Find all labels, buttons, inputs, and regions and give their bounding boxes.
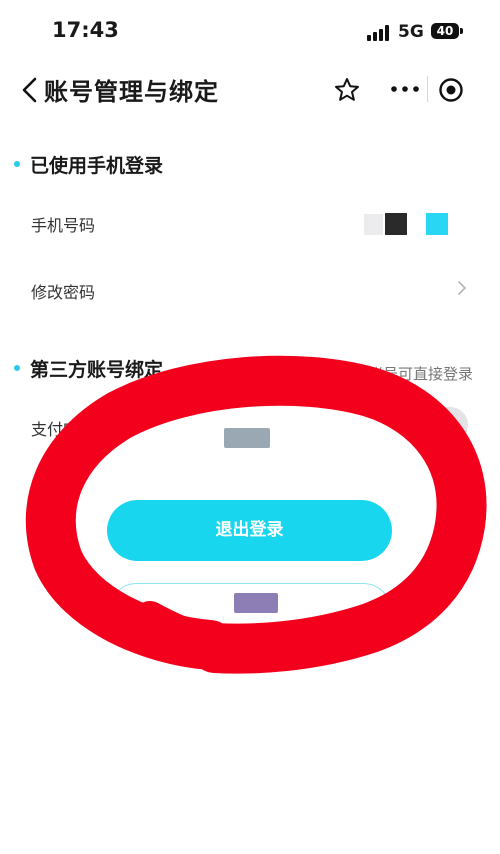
- target-icon[interactable]: [438, 77, 464, 103]
- alipay-toggle[interactable]: [402, 407, 468, 443]
- masked-phone-block: [364, 214, 383, 235]
- chevron-right-icon[interactable]: [455, 278, 469, 298]
- signal-icon: [367, 25, 391, 41]
- back-icon[interactable]: [18, 76, 44, 104]
- third-party-hint: 绑定第三方账号可直接登录: [293, 365, 474, 383]
- blurred-mark: [234, 593, 278, 613]
- phone-number-label: 手机号码: [31, 216, 96, 235]
- masked-phone-block: [385, 213, 407, 235]
- nav-divider: [427, 76, 428, 102]
- section-title-third-party: 第三方账号绑定: [30, 359, 164, 381]
- more-icon[interactable]: [388, 78, 422, 100]
- battery-tip: [460, 28, 463, 34]
- blurred-mark: [224, 428, 270, 448]
- section-title-phone: 已使用手机登录: [30, 155, 164, 177]
- masked-phone-block: [426, 213, 448, 235]
- battery-icon: 40: [431, 23, 459, 39]
- network-type: 5G: [398, 22, 424, 42]
- change-password-item[interactable]: 修改密码: [31, 279, 95, 303]
- page-title: 账号管理与绑定: [44, 78, 219, 106]
- section-dot: [14, 161, 20, 167]
- alipay-label: 支付宝: [31, 420, 80, 439]
- logout-button[interactable]: 退出登录: [107, 500, 392, 561]
- section-dot: [14, 365, 20, 371]
- star-icon[interactable]: [333, 76, 361, 104]
- status-time: 17:43: [52, 18, 119, 42]
